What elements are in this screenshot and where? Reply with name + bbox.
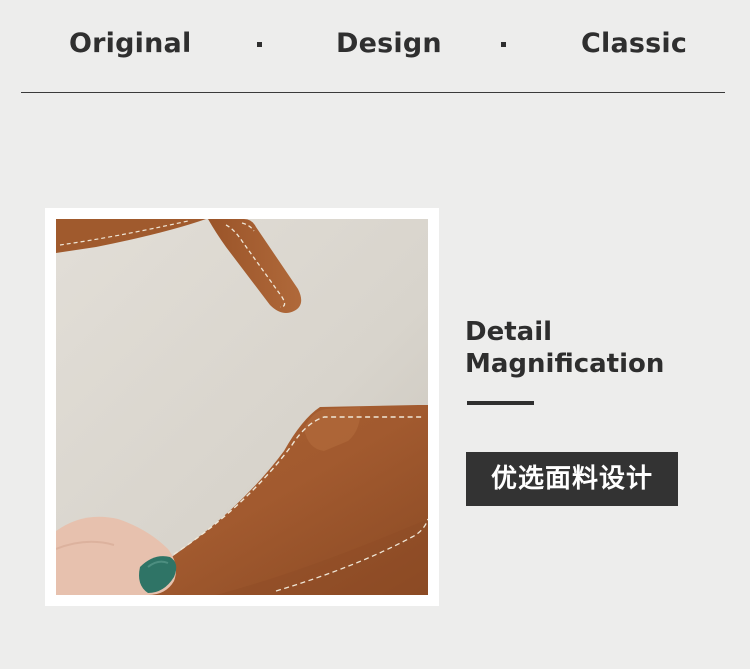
detail-title-line1: Detail (465, 317, 553, 347)
header-separator-dot (501, 42, 506, 47)
header-word-design: Design (336, 28, 442, 59)
premium-fabric-tag: 优选面料设计 (466, 452, 678, 506)
header-separator-dot (257, 42, 262, 47)
header-word-original: Original (69, 28, 192, 59)
accent-bar (467, 401, 534, 405)
header-divider (21, 92, 725, 93)
detail-magnification-title: Detail Magnification (465, 316, 664, 380)
product-detail-photo (56, 219, 428, 595)
header-word-classic: Classic (581, 28, 688, 59)
detail-title-line2: Magnification (465, 349, 665, 379)
